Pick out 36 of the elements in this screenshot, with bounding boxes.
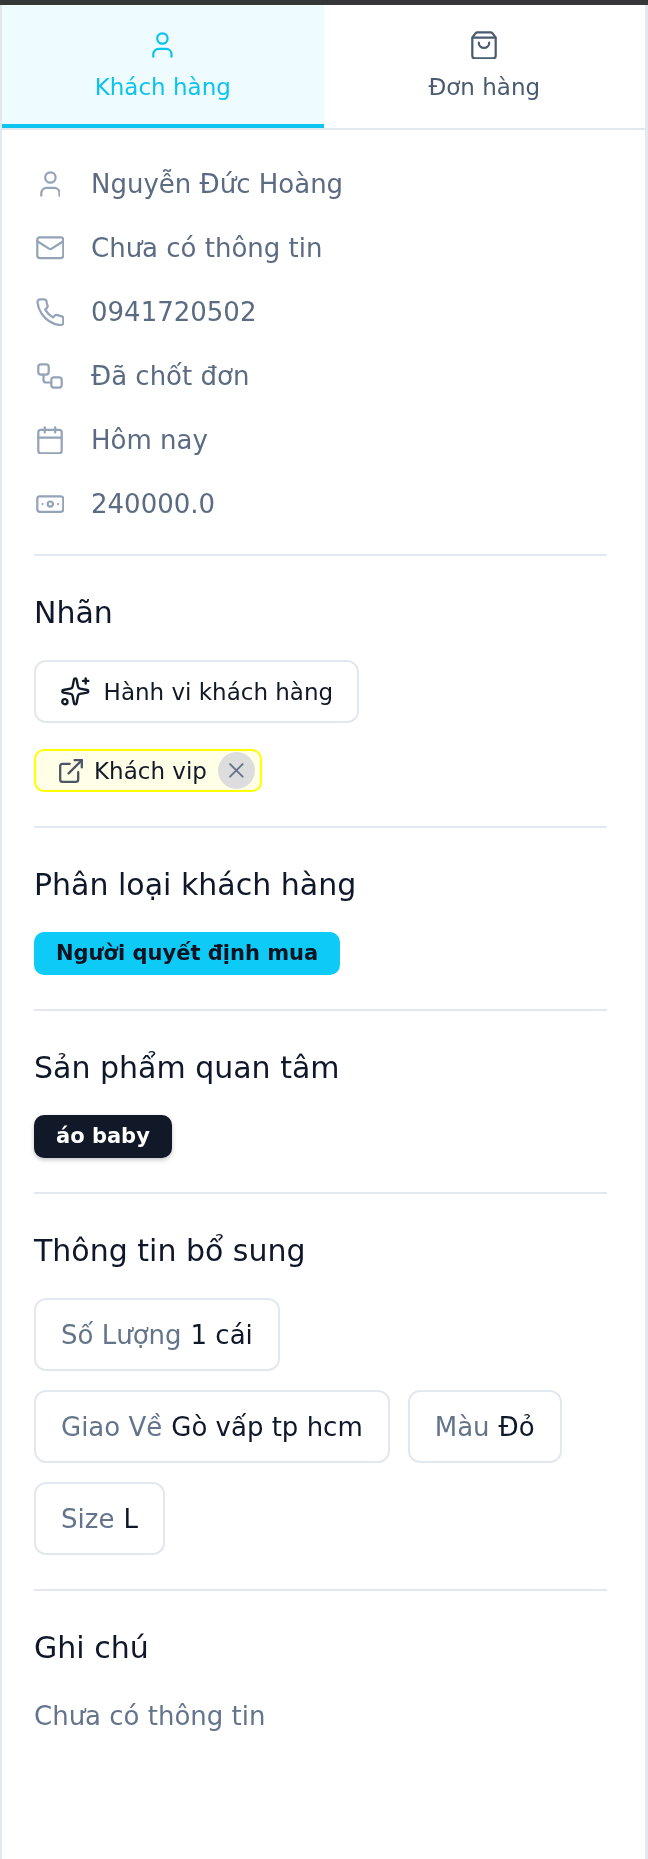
remove-tag-button[interactable] [217,752,255,789]
shopping-bag-icon [471,30,498,60]
info-label: Giao Về [61,1410,163,1443]
info-value: Đỏ [498,1410,535,1443]
banknote-icon [35,494,65,514]
email-text: Chưa có thông tin [91,232,323,264]
info-value: L [123,1502,138,1535]
calendar-icon [37,425,63,455]
product-badge: áo baby [34,1115,172,1158]
amount-text: 240000.0 [91,488,216,520]
behavior-button[interactable]: Hành vi khách hàng [34,660,360,723]
info-value: Gò vấp tp hcm [171,1410,363,1443]
section-heading: Nhãn [34,594,114,632]
sparkles-icon [61,677,90,706]
info-label: Số Lượng [61,1318,182,1351]
notes-text: Chưa có thông tin [34,1700,266,1732]
external-link-icon [59,758,83,783]
user-icon [39,171,61,197]
date-text: Hôm nay [91,424,208,456]
info-label: Màu [434,1410,490,1443]
section-heading: Sản phẩm quan tâm [34,1049,341,1087]
workflow-icon [37,363,63,389]
section-heading: Ghi chú [34,1629,150,1667]
classification-badge: Người quyết định mua [34,932,341,975]
tag-label: Khách vip [94,756,207,786]
customer-name: Nguyễn Đức Hoàng [91,168,344,200]
phone-icon [35,297,65,327]
mail-icon [35,236,65,260]
user-icon [152,32,174,58]
close-icon [229,763,244,778]
order-status: Đã chốt đơn [91,360,250,392]
phone-number: 0941720502 [91,296,257,328]
section-heading: Thông tin bổ sung [34,1232,307,1270]
info-label: Size [61,1502,115,1535]
info-value: 1 cái [190,1318,253,1351]
section-heading: Phân loại khách hàng [34,866,358,904]
